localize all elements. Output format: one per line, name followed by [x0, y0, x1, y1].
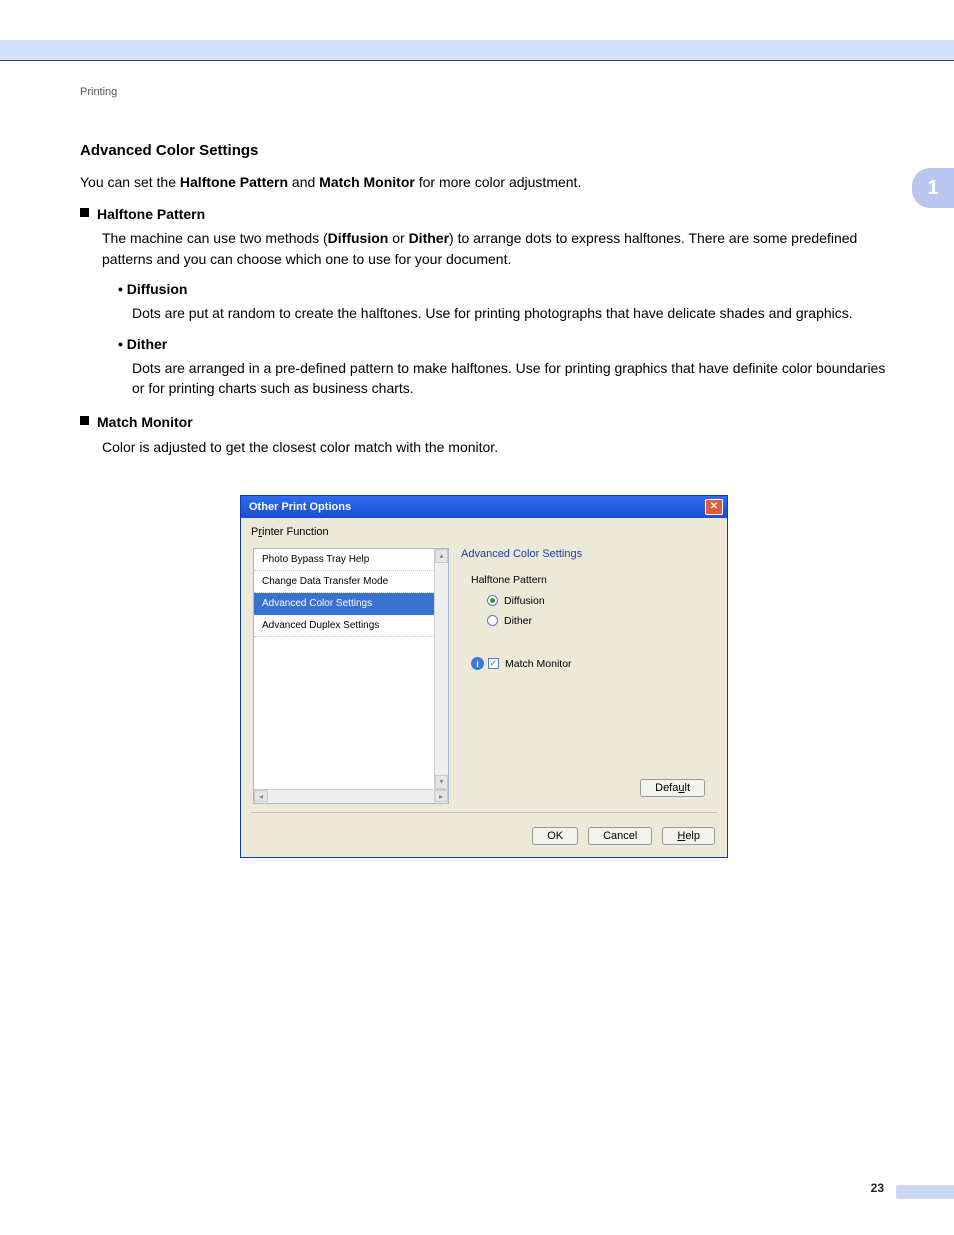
list-item[interactable]: Photo Bypass Tray Help	[254, 549, 448, 571]
section-match-monitor-body: Color is adjusted to get the closest col…	[102, 437, 894, 457]
list-item[interactable]: Change Data Transfer Mode	[254, 571, 448, 593]
text: or	[388, 230, 408, 246]
text: her	[517, 615, 532, 627]
text: atch Monitor	[514, 658, 572, 670]
subitem-dither: Dither Dots are arranged in a pre-define…	[118, 334, 894, 399]
chapter-number-tab: 1	[912, 168, 954, 208]
radio-icon	[487, 595, 498, 606]
mnemonic: M	[505, 658, 514, 670]
vertical-scrollbar[interactable]: ▴ ▾	[434, 549, 448, 789]
scroll-down-icon[interactable]: ▾	[435, 775, 448, 789]
term-dither: Dither	[409, 230, 449, 246]
section-halftone-pattern: Halftone Pattern	[80, 204, 894, 224]
square-bullet-icon	[80, 416, 89, 425]
scroll-right-icon[interactable]: ▸	[434, 790, 448, 802]
close-icon[interactable]: ✕	[705, 499, 723, 515]
radio-diffusion[interactable]: Diffusion	[487, 595, 545, 607]
subitem-label: Diffusion	[118, 281, 187, 297]
panel-title: Advanced Color Settings	[461, 548, 717, 560]
text: Di	[504, 615, 514, 627]
square-bullet-icon	[80, 208, 89, 217]
text: The machine can use two methods (	[102, 230, 328, 246]
info-icon[interactable]: i	[471, 657, 484, 670]
header-divider	[0, 60, 954, 61]
help-button[interactable]: Help	[662, 827, 715, 845]
text: lt	[685, 782, 691, 794]
radio-icon	[487, 615, 498, 626]
section-halftone-body: The machine can use two methods (Diffusi…	[102, 228, 894, 269]
text: fusion	[517, 595, 545, 607]
horizontal-scrollbar[interactable]: ◂ ▸	[254, 789, 448, 803]
scroll-left-icon[interactable]: ◂	[254, 790, 268, 802]
page-number-tab	[896, 1185, 954, 1199]
term-diffusion: Diffusion	[328, 230, 389, 246]
subitem-label: Dither	[118, 336, 167, 352]
chapter-number: 1	[927, 177, 938, 200]
header-band	[0, 40, 954, 60]
section-label: Halftone Pattern	[97, 204, 205, 224]
printer-function-listbox[interactable]: Photo Bypass Tray Help Change Data Trans…	[253, 548, 449, 804]
text: Di	[504, 595, 514, 607]
other-print-options-dialog: Other Print Options ✕ Printer Function P…	[240, 495, 728, 858]
list-item-selected[interactable]: Advanced Color Settings	[254, 593, 448, 615]
text: for more color adjustment.	[415, 174, 582, 190]
settings-panel: Advanced Color Settings Halftone Pattern…	[461, 548, 717, 807]
term-halftone-pattern: Halftone Pattern	[180, 174, 288, 190]
cancel-button[interactable]: Cancel	[588, 827, 652, 845]
text: and	[288, 174, 319, 190]
dialog-button-row: OK Cancel Help	[532, 827, 715, 845]
section-match-monitor: Match Monitor	[80, 412, 894, 432]
subitem-body: Dots are put at random to create the hal…	[132, 303, 894, 323]
list-item[interactable]: Advanced Duplex Settings	[254, 615, 448, 637]
subitem-diffusion: Diffusion Dots are put at random to crea…	[118, 279, 894, 324]
page-title: Advanced Color Settings	[80, 140, 894, 162]
section-label: Match Monitor	[97, 412, 193, 432]
checkbox-icon: ✓	[488, 658, 499, 669]
term-match-monitor: Match Monitor	[319, 174, 415, 190]
intro-paragraph: You can set the Halftone Pattern and Mat…	[80, 172, 894, 192]
ok-button[interactable]: OK	[532, 827, 578, 845]
halftone-pattern-label: Halftone Pattern	[471, 574, 717, 586]
page-number: 23	[871, 1181, 884, 1195]
text: inter Function	[262, 526, 329, 538]
breadcrumb: Printing	[80, 86, 117, 98]
radio-label: Diffusion	[504, 595, 545, 607]
checkbox-match-monitor[interactable]: ✓ Match Monitor	[488, 658, 572, 670]
checkbox-label: Match Monitor	[505, 658, 572, 670]
default-button[interactable]: Default	[640, 779, 705, 797]
radio-dither[interactable]: Dither	[487, 615, 532, 627]
dialog-body: Printer Function Photo Bypass Tray Help …	[241, 518, 727, 857]
dialog-divider	[251, 812, 717, 813]
subitem-body: Dots are arranged in a pre-defined patte…	[132, 358, 894, 399]
dialog-title: Other Print Options	[249, 501, 351, 513]
printer-function-label: Printer Function	[251, 526, 717, 538]
radio-label: Dither	[504, 615, 532, 627]
page-content: Advanced Color Settings You can set the …	[80, 140, 894, 457]
text: Defa	[655, 782, 678, 794]
text: elp	[685, 830, 700, 842]
dialog-titlebar[interactable]: Other Print Options ✕	[241, 496, 727, 518]
text: You can set the	[80, 174, 180, 190]
scroll-up-icon[interactable]: ▴	[435, 549, 448, 563]
